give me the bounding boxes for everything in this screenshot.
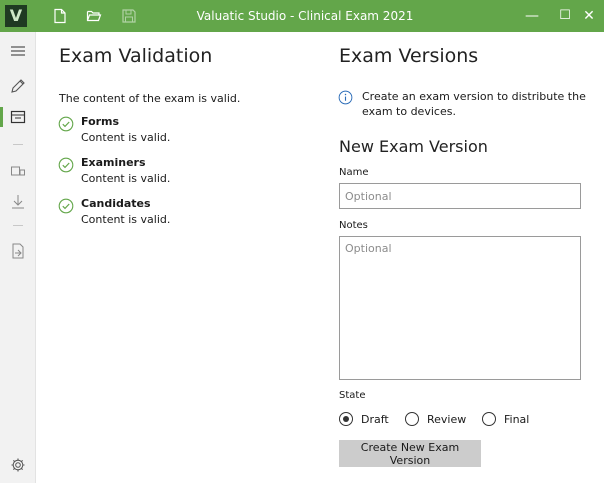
pencil-icon[interactable] [9, 77, 27, 95]
download-icon[interactable] [9, 193, 27, 211]
radio-label: Draft [361, 412, 389, 426]
info-text-line1: Create an exam version to distribute the [362, 90, 586, 103]
radio-selected-icon [339, 412, 353, 426]
sidebar-divider [13, 225, 23, 226]
close-button[interactable]: ✕ [569, 0, 604, 32]
state-radio-review[interactable]: Review [405, 410, 466, 428]
radio-label: Final [504, 412, 530, 426]
state-radio-draft[interactable]: Draft [339, 410, 389, 428]
new-version-heading: New Exam Version [339, 137, 488, 156]
active-indicator [0, 107, 3, 127]
sidebar-divider [13, 144, 23, 145]
state-radio-final[interactable]: Final [482, 410, 529, 428]
notes-textarea[interactable] [339, 236, 581, 380]
hamburger-menu-icon[interactable] [9, 42, 27, 60]
validation-item-status: Content is valid. [81, 172, 171, 185]
validation-summary: The content of the exam is valid. [59, 92, 241, 105]
name-input[interactable] [339, 183, 581, 209]
inbox-icon[interactable] [9, 108, 27, 126]
radio-unselected-icon [482, 412, 496, 426]
validation-item-title: Forms [81, 115, 120, 128]
open-folder-icon[interactable] [86, 8, 102, 24]
notes-label: Notes [339, 220, 368, 231]
state-label: State [339, 390, 366, 401]
validation-item-status: Content is valid. [81, 213, 171, 226]
check-circle-icon [58, 157, 74, 173]
window-title: Valuatic Studio - Clinical Exam 2021 [196, 9, 414, 23]
validation-item-title: Examiners [81, 156, 146, 169]
sidebar [0, 32, 36, 483]
radio-unselected-icon [405, 412, 419, 426]
check-circle-icon [58, 116, 74, 132]
title-bar: V Valuatic Studio - Clinical Exam 2021 —… [0, 0, 604, 32]
radio-label: Review [427, 412, 467, 426]
save-icon[interactable] [121, 8, 137, 24]
versions-heading: Exam Versions [339, 45, 479, 67]
info-icon [338, 90, 353, 105]
name-label: Name [339, 167, 369, 178]
validation-heading: Exam Validation [59, 45, 213, 67]
export-icon[interactable] [9, 242, 27, 260]
validation-item-status: Content is valid. [81, 131, 171, 144]
check-circle-icon [58, 198, 74, 214]
validation-item-title: Candidates [81, 197, 151, 210]
settings-icon[interactable] [9, 456, 27, 474]
create-version-button[interactable]: Create New Exam Version [339, 440, 481, 467]
app-logo: V [5, 5, 27, 27]
devices-icon[interactable] [9, 161, 27, 179]
new-document-icon[interactable] [52, 8, 68, 24]
info-text-line2: exam to devices. [362, 105, 456, 118]
